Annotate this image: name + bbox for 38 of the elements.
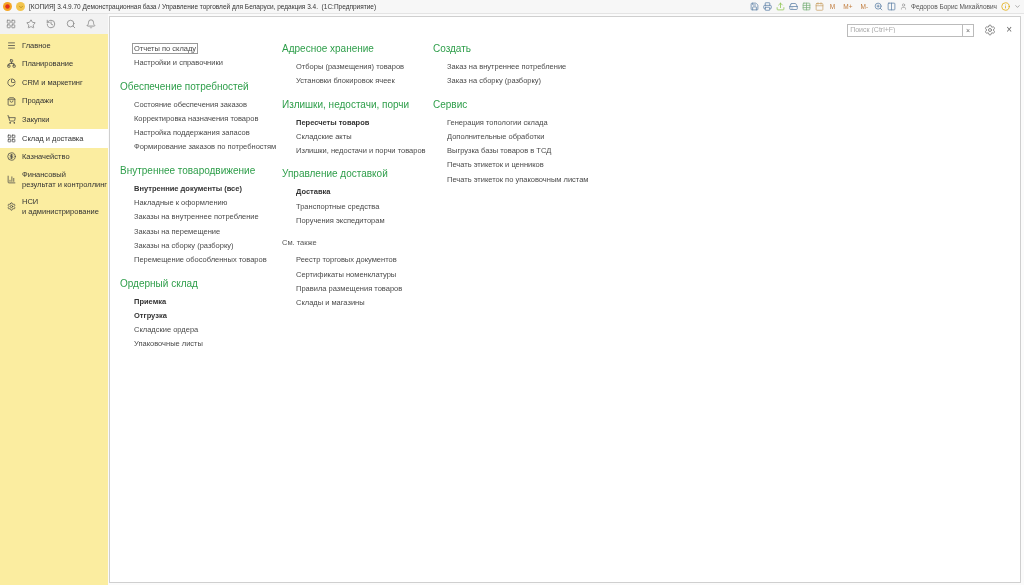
print-icon[interactable] [762,2,772,11]
save-icon[interactable] [749,2,759,11]
cart-icon [7,115,16,125]
settings-icon[interactable] [984,24,997,36]
calendar-icon[interactable] [814,2,824,11]
pie-chart-icon [7,78,16,87]
caret-icon[interactable] [1014,3,1021,10]
close-button[interactable]: × [1006,25,1012,35]
favorites-icon[interactable] [26,19,36,29]
zoom-icon[interactable] [874,2,884,11]
menu-icon [7,40,16,50]
bag-icon [7,96,16,106]
section-heading: Ордерный склад [120,277,199,290]
history-icon[interactable] [46,19,56,29]
info-icon[interactable] [1001,2,1010,11]
section-heading: Обеспечение потребностей [120,80,250,93]
bell-icon[interactable] [86,19,96,29]
user-icon [900,3,908,10]
search-icon[interactable] [66,19,76,29]
section-heading: Внутреннее товародвижение [120,164,257,177]
section-heading: Излишки, недостачи, порчи [282,98,411,111]
scanner-icon[interactable] [788,2,798,11]
coin-icon [7,152,16,162]
caret-icon [17,3,24,10]
bar-chart-icon [7,175,16,185]
panel-icon[interactable] [887,2,897,11]
app-logo-icon [3,2,12,11]
apps-icon[interactable] [6,19,16,29]
menu-button[interactable] [16,2,25,11]
settings-icon [7,202,16,212]
section-heading: Сервис [433,98,469,111]
section-heading: Создать [433,43,472,55]
upload-icon[interactable] [775,2,785,11]
grid-icon [7,133,16,143]
table-icon[interactable] [801,2,811,11]
section-heading: Адресное хранение [282,43,375,55]
diagram-icon [7,59,16,69]
section-heading: Управление доставкой [282,168,389,181]
